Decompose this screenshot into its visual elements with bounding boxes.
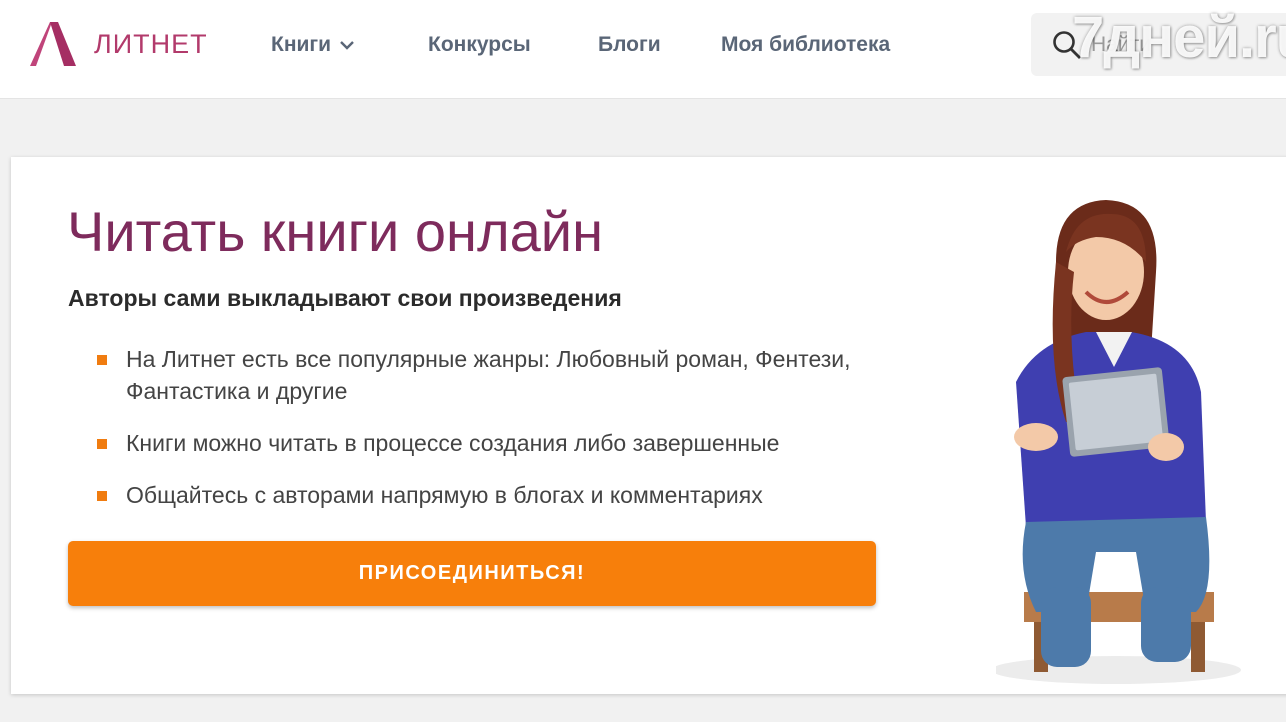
nav-blogs[interactable]: Блоги [598, 31, 661, 59]
logo-text: ЛИТНЕТ [94, 28, 208, 59]
woman-with-tablet-illustration [996, 200, 1241, 684]
search-icon[interactable] [1051, 29, 1083, 61]
logo-mark-icon [30, 22, 76, 66]
nav-blogs-label: Блоги [598, 33, 661, 56]
logo[interactable]: ЛИТНЕТ [28, 18, 218, 70]
nav-my-library-label: Моя библиотека [721, 33, 891, 56]
feature-list: На Литнет есть все популярные жанры: Люб… [97, 343, 877, 511]
join-button[interactable]: ПРИСОЕДИНИТЬСЯ! [68, 541, 876, 606]
feature-item: На Литнет есть все популярные жанры: Люб… [97, 343, 877, 407]
feature-text: Общайтесь с авторами напрямую в блогах и… [126, 482, 763, 508]
feature-item: Общайтесь с авторами напрямую в блогах и… [97, 479, 877, 511]
search-input[interactable] [1091, 32, 1241, 57]
hero-title: Читать книги онлайн [67, 200, 603, 263]
top-header: ЛИТНЕТ Книги Конкурсы Блоги Моя библиоте… [0, 0, 1286, 99]
nav-contests-label: Конкурсы [428, 33, 531, 56]
hero-card: Читать книги онлайн Авторы сами выкладыв… [11, 157, 1286, 694]
feature-text: На Литнет есть все популярные жанры: Люб… [126, 346, 851, 404]
bullet-icon [97, 439, 107, 449]
search-box[interactable] [1031, 13, 1286, 76]
feature-item: Книги можно читать в процессе создания л… [97, 427, 877, 459]
nav-contests[interactable]: Конкурсы [428, 31, 531, 59]
bullet-icon [97, 491, 107, 501]
chevron-down-icon [340, 41, 354, 50]
nav-my-library[interactable]: Моя библиотека [721, 31, 890, 59]
bullet-icon [97, 355, 107, 365]
hero-subtitle: Авторы сами выкладывают свои произведени… [68, 285, 622, 311]
nav-books[interactable]: Книги [271, 31, 355, 59]
nav-books-label: Книги [271, 33, 332, 56]
feature-text: Книги можно читать в процессе создания л… [126, 430, 780, 456]
